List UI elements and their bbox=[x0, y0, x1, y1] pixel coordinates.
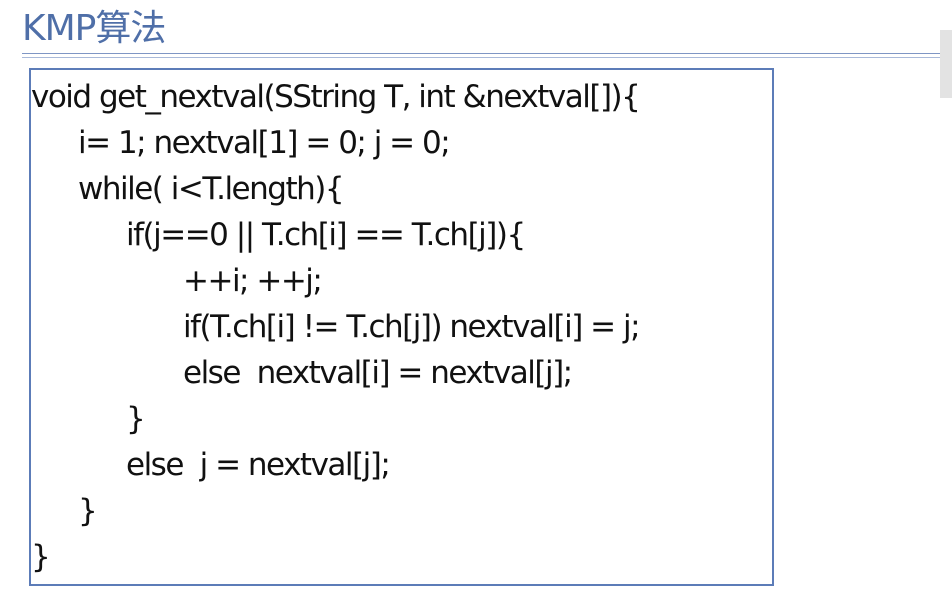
slide-title: KMP算法 bbox=[22, 8, 166, 49]
code-line-while: while( i<T.length){ bbox=[78, 171, 345, 207]
code-line-inner-else: else nextval[i] = nextval[j]; bbox=[183, 355, 573, 391]
code-line-function-close: } bbox=[31, 539, 51, 575]
title-divider bbox=[22, 53, 944, 54]
code-line-while-close: } bbox=[78, 493, 98, 529]
code-line-if: if(j==0 || T.ch[i] == T.ch[j]){ bbox=[126, 217, 526, 253]
code-line-if-close: } bbox=[126, 401, 146, 437]
vertical-scrollbar[interactable] bbox=[940, 0, 952, 591]
title-divider-secondary bbox=[22, 57, 944, 58]
code-line-else: else j = nextval[j]; bbox=[126, 447, 391, 483]
code-line-increment: ++i; ++j; bbox=[183, 263, 323, 299]
code-line-inner-if: if(T.ch[i] != T.ch[j]) nextval[i] = j; bbox=[183, 309, 641, 345]
code-line-function-signature: void get_nextval(SString T, int &nextval… bbox=[31, 79, 641, 115]
code-line-init: i= 1; nextval[1] = 0; j = 0; bbox=[78, 125, 451, 161]
scrollbar-thumb[interactable] bbox=[940, 30, 952, 98]
code-block: void get_nextval(SString T, int &nextval… bbox=[29, 68, 774, 586]
